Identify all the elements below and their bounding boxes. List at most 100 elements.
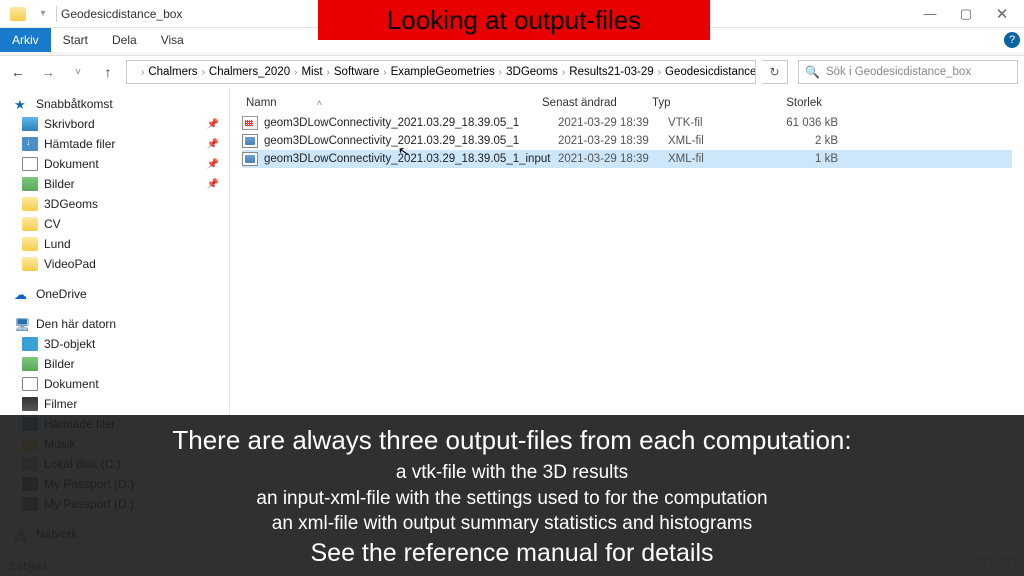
file-date: 2021-03-29 18:39: [558, 135, 668, 147]
recent-dropdown[interactable]: ˅: [66, 60, 90, 84]
file-name: geom3DLowConnectivity_2021.03.29_18.39.0…: [264, 135, 558, 147]
breadcrumb-item[interactable]: ExampleGeometries: [391, 66, 495, 78]
sidebar-label: Snabbåtkomst: [36, 97, 113, 111]
breadcrumb-item[interactable]: Software: [334, 66, 379, 78]
search-input[interactable]: 🔍 Sök i Geodesicdistance_box: [798, 60, 1018, 84]
file-row[interactable]: geom3DLowConnectivity_2021.03.29_18.39.0…: [242, 132, 1012, 150]
pin-icon: 📌: [207, 119, 219, 130]
file-icon: [242, 116, 258, 130]
sidebar-item[interactable]: Skrivbord 📌: [0, 114, 229, 134]
col-header-size[interactable]: Storlek: [742, 97, 822, 109]
chevron-right-icon: ›: [294, 67, 297, 78]
divider: [56, 6, 57, 22]
search-icon: 🔍: [805, 65, 820, 79]
sidebar-item-label: VideoPad: [44, 257, 96, 271]
file-type: VTK-fil: [668, 117, 758, 129]
sidebar-item-label: Dokument: [44, 377, 99, 391]
sidebar-item-label: Hämtade filer: [44, 137, 115, 151]
tab-arkiv[interactable]: Arkiv: [0, 28, 51, 52]
refresh-button[interactable]: ↻: [762, 60, 788, 84]
col-header-date[interactable]: Senast ändrad: [542, 97, 652, 109]
sidebar-this-pc[interactable]: 🖥 Den här datorn: [0, 314, 229, 334]
file-row[interactable]: geom3DLowConnectivity_2021.03.29_18.39.0…: [242, 114, 1012, 132]
caption-line: See the reference manual for details: [16, 539, 1008, 568]
file-name: geom3DLowConnectivity_2021.03.29_18.39.0…: [264, 117, 558, 129]
cloud-icon: ☁: [14, 287, 30, 301]
breadcrumb[interactable]: › Chalmers › Chalmers_2020 › Mist › Softwar…: [126, 60, 756, 84]
up-button[interactable]: ↑: [96, 60, 120, 84]
item-icon: [22, 137, 38, 151]
sidebar-item[interactable]: Filmer: [0, 394, 229, 414]
chevron-right-icon: ›: [327, 67, 330, 78]
sidebar-item[interactable]: VideoPad: [0, 254, 229, 274]
chevron-right-icon: ›: [562, 67, 565, 78]
chevron-right-icon: ›: [499, 67, 502, 78]
file-icon: [242, 134, 258, 148]
file-name: geom3DLowConnectivity_2021.03.29_18.39.0…: [264, 153, 558, 165]
item-icon: [22, 237, 38, 251]
maximize-button[interactable]: ▢: [948, 2, 984, 26]
help-icon: ?: [1004, 32, 1020, 48]
breadcrumb-item[interactable]: Mist: [301, 66, 322, 78]
qat-dropdown-icon[interactable]: ▾: [34, 5, 52, 23]
file-size: 2 kB: [758, 135, 838, 147]
breadcrumb-item[interactable]: 3DGeoms: [506, 66, 558, 78]
forward-button[interactable]: →: [36, 60, 60, 84]
sidebar-item[interactable]: 3DGeoms: [0, 194, 229, 214]
col-header-type[interactable]: Typ: [652, 97, 742, 109]
sidebar-item-label: 3D-objekt: [44, 337, 95, 351]
sidebar-item-label: Skrivbord: [44, 117, 95, 131]
item-icon: [22, 117, 38, 131]
file-type: XML-fil: [668, 153, 758, 165]
sidebar-item[interactable]: Bilder: [0, 354, 229, 374]
file-date: 2021-03-29 18:39: [558, 153, 668, 165]
tab-start[interactable]: Start: [51, 28, 100, 52]
tab-visa[interactable]: Visa: [149, 28, 196, 52]
breadcrumb-item[interactable]: Chalmers_2020: [209, 66, 290, 78]
caption-overlay: There are always three output-files from…: [0, 415, 1024, 576]
sidebar-item[interactable]: Bilder📌: [0, 174, 229, 194]
sidebar-item[interactable]: CV: [0, 214, 229, 234]
sidebar-item-label: Bilder: [44, 357, 75, 371]
sidebar-item[interactable]: Dokument📌: [0, 154, 229, 174]
search-placeholder: Sök i Geodesicdistance_box: [826, 66, 971, 78]
chevron-right-icon: ›: [202, 67, 205, 78]
pc-icon: 🖥: [14, 317, 30, 331]
pin-icon: 📌: [207, 139, 219, 150]
caption-line: a vtk-file with the 3D results: [16, 460, 1008, 486]
sidebar-item[interactable]: 3D-objekt: [0, 334, 229, 354]
close-button[interactable]: ✕: [984, 2, 1020, 26]
back-button[interactable]: ←: [6, 60, 30, 84]
nav-row: ← → ˅ ↑ › Chalmers› Chalmers_2020› Mist›…: [0, 56, 1024, 88]
caption-line: an xml-file with output summary statisti…: [16, 511, 1008, 537]
breadcrumb-item[interactable]: Results21-03-29: [569, 66, 653, 78]
file-row[interactable]: geom3DLowConnectivity_2021.03.29_18.39.0…: [242, 150, 1012, 168]
banner-title: Looking at output-files: [318, 0, 710, 40]
help-button[interactable]: ?: [1000, 28, 1024, 52]
breadcrumb-item[interactable]: Geodesicdistance_box: [665, 66, 756, 78]
sidebar-label: Den här datorn: [36, 317, 116, 331]
breadcrumb-item[interactable]: Chalmers: [148, 66, 197, 78]
col-header-name[interactable]: Namn˄: [242, 97, 542, 109]
sidebar-item-label: CV: [44, 217, 61, 231]
sidebar-onedrive[interactable]: ☁OneDrive: [0, 284, 229, 304]
file-date: 2021-03-29 18:39: [558, 117, 668, 129]
file-icon: [242, 152, 258, 166]
item-icon: [22, 217, 38, 231]
sidebar-item[interactable]: Lund: [0, 234, 229, 254]
file-type: XML-fil: [668, 135, 758, 147]
tab-dela[interactable]: Dela: [100, 28, 149, 52]
sort-indicator-icon: ˄: [317, 98, 322, 108]
chevron-right-icon: ›: [658, 67, 661, 78]
sidebar-quick-access[interactable]: ★Snabbåtkomst: [0, 94, 229, 114]
sidebar-item-label: Filmer: [44, 397, 77, 411]
caption-line: There are always three output-files from…: [16, 425, 1008, 456]
item-icon: [22, 337, 38, 351]
sidebar-item-label: 3DGeoms: [44, 197, 98, 211]
pin-icon: 📌: [207, 179, 219, 190]
sidebar-item[interactable]: Hämtade filer 📌: [0, 134, 229, 154]
caption-line: an input-xml-file with the settings used…: [16, 486, 1008, 512]
file-size: 61 036 kB: [758, 117, 838, 129]
minimize-button[interactable]: —: [912, 2, 948, 26]
sidebar-item[interactable]: Dokument: [0, 374, 229, 394]
